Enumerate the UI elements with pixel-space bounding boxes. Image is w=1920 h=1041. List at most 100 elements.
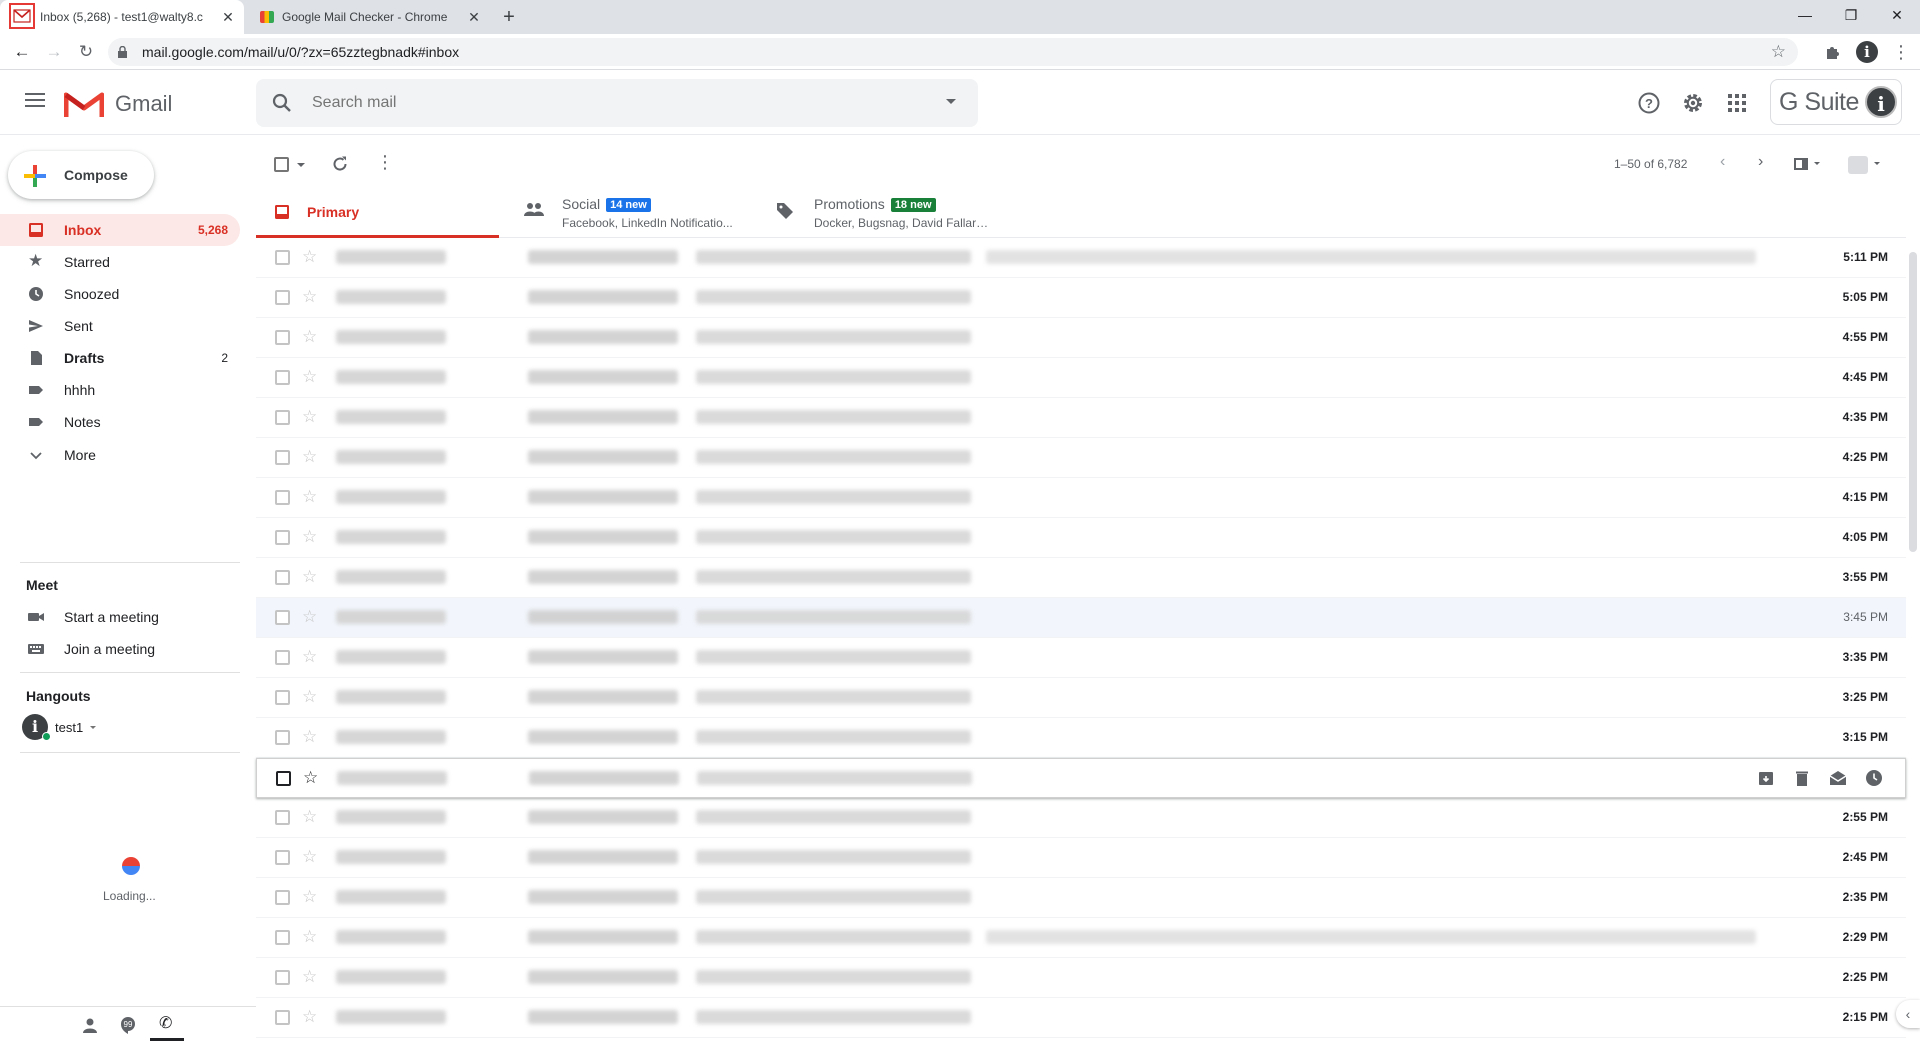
hangouts-user[interactable]: i test1 xyxy=(22,714,222,741)
row-checkbox[interactable] xyxy=(276,771,291,786)
row-checkbox[interactable] xyxy=(275,810,290,825)
email-row[interactable]: ☆ 2:15 PM xyxy=(256,998,1906,1038)
back-icon[interactable]: ← xyxy=(12,42,32,62)
forward-icon[interactable]: → xyxy=(44,42,64,62)
star-toggle-icon[interactable]: ☆ xyxy=(302,807,317,827)
newer-page-icon[interactable]: ‹ xyxy=(1720,153,1725,171)
apps-grid-icon[interactable] xyxy=(1725,91,1749,115)
row-checkbox[interactable] xyxy=(275,650,290,665)
sidebar-item-inbox[interactable]: Inbox 5,268 xyxy=(0,214,240,246)
select-all-checkbox[interactable] xyxy=(274,157,289,172)
search-box[interactable] xyxy=(256,79,978,127)
row-checkbox[interactable] xyxy=(275,570,290,585)
settings-gear-icon[interactable] xyxy=(1681,91,1705,115)
email-row[interactable]: ☆ 3:55 PM xyxy=(256,558,1906,598)
email-row[interactable]: ☆ 3:25 PM xyxy=(256,678,1906,718)
restore-icon[interactable]: ❐ xyxy=(1828,0,1874,30)
row-checkbox[interactable] xyxy=(275,530,290,545)
browser-tab-gmail[interactable]: Inbox (5,268) - test1@walty8.c ✕ xyxy=(0,0,244,34)
star-toggle-icon[interactable]: ☆ xyxy=(302,367,317,387)
email-row[interactable]: ☆ 2:35 PM xyxy=(256,878,1906,918)
extensions-puzzle-icon[interactable] xyxy=(1822,41,1844,63)
row-checkbox[interactable] xyxy=(275,930,290,945)
star-toggle-icon[interactable]: ☆ xyxy=(302,647,317,667)
select-options-caret-icon[interactable] xyxy=(297,163,305,167)
split-pane-toggle-icon[interactable] xyxy=(1794,158,1808,170)
tab-primary[interactable]: Primary xyxy=(256,186,499,238)
close-tab-icon[interactable]: ✕ xyxy=(466,9,482,25)
row-checkbox[interactable] xyxy=(275,690,290,705)
row-checkbox[interactable] xyxy=(275,610,290,625)
email-row[interactable]: ☆ xyxy=(256,758,1906,798)
start-meeting-item[interactable]: Start a meeting xyxy=(0,601,240,633)
row-checkbox[interactable] xyxy=(275,250,290,265)
compose-button[interactable]: Compose xyxy=(8,151,154,199)
email-row[interactable]: ☆ 2:55 PM xyxy=(256,798,1906,838)
tab-promotions[interactable]: Promotions 18 new Docker, Bugsnag, David … xyxy=(758,186,998,238)
email-row[interactable]: ☆ 4:55 PM xyxy=(256,318,1906,358)
search-input[interactable] xyxy=(312,91,912,115)
star-toggle-icon[interactable]: ☆ xyxy=(302,487,317,507)
close-window-icon[interactable]: ✕ xyxy=(1874,0,1920,30)
archive-icon[interactable] xyxy=(1757,769,1777,789)
reload-icon[interactable]: ↻ xyxy=(76,42,96,62)
sidebar-item-drafts[interactable]: Drafts 2 xyxy=(0,342,240,374)
email-row[interactable]: ☆ 2:29 PM xyxy=(256,918,1906,958)
row-checkbox[interactable] xyxy=(275,410,290,425)
snooze-clock-icon[interactable] xyxy=(1865,769,1885,789)
chrome-menu-icon[interactable]: ⋮ xyxy=(1890,41,1912,63)
row-checkbox[interactable] xyxy=(275,730,290,745)
delete-trash-icon[interactable] xyxy=(1793,769,1813,789)
sidebar-item-snoozed[interactable]: Snoozed xyxy=(0,278,240,310)
sidebar-item-hhhh[interactable]: hhhh xyxy=(0,374,240,406)
star-toggle-icon[interactable]: ☆ xyxy=(302,727,317,747)
email-row[interactable]: ☆ 4:05 PM xyxy=(256,518,1906,558)
star-toggle-icon[interactable]: ☆ xyxy=(302,887,317,907)
star-toggle-icon[interactable]: ☆ xyxy=(302,967,317,987)
star-toggle-icon[interactable]: ☆ xyxy=(302,607,317,627)
email-row[interactable]: ☆ 2:45 PM xyxy=(256,838,1906,878)
star-toggle-icon[interactable]: ☆ xyxy=(302,407,317,427)
star-toggle-icon[interactable]: ☆ xyxy=(302,1007,317,1027)
phone-call-tab[interactable]: ✆ xyxy=(150,1007,184,1041)
email-row[interactable]: ☆ 5:11 PM xyxy=(256,238,1906,278)
hangouts-chat-icon[interactable]: 99 xyxy=(120,1016,136,1034)
star-toggle-icon[interactable]: ☆ xyxy=(302,327,317,347)
row-checkbox[interactable] xyxy=(275,490,290,505)
row-checkbox[interactable] xyxy=(275,970,290,985)
new-tab-icon[interactable]: + xyxy=(498,6,520,28)
row-checkbox[interactable] xyxy=(275,330,290,345)
email-row[interactable]: ☆ 3:15 PM xyxy=(256,718,1906,758)
help-icon[interactable]: ? xyxy=(1637,91,1661,115)
bookmark-star-icon[interactable]: ☆ xyxy=(1771,42,1786,62)
row-checkbox[interactable] xyxy=(275,450,290,465)
email-row[interactable]: ☆ 3:45 PM xyxy=(256,598,1906,638)
browser-tab-mail-checker[interactable]: Google Mail Checker - Chrome ✕ xyxy=(250,0,490,34)
star-toggle-icon[interactable]: ☆ xyxy=(302,247,317,267)
search-icon[interactable] xyxy=(272,93,292,113)
refresh-icon[interactable] xyxy=(331,155,349,173)
contacts-person-icon[interactable] xyxy=(82,1017,98,1033)
email-row[interactable]: ☆ 4:15 PM xyxy=(256,478,1906,518)
profile-avatar[interactable]: i xyxy=(1856,41,1878,63)
sidebar-item-starred[interactable]: ★ Starred xyxy=(0,246,240,278)
star-toggle-icon[interactable]: ☆ xyxy=(302,927,317,947)
more-actions-icon[interactable]: ⋮ xyxy=(376,152,394,173)
email-row[interactable]: ☆ 4:35 PM xyxy=(256,398,1906,438)
side-panel-expand-icon[interactable]: ‹ xyxy=(1896,1000,1920,1028)
sidebar-item-more[interactable]: More xyxy=(0,439,240,471)
main-menu-icon[interactable] xyxy=(25,93,45,107)
email-row[interactable]: ☆ 2:25 PM xyxy=(256,958,1906,998)
close-tab-icon[interactable]: ✕ xyxy=(220,9,236,25)
star-toggle-icon[interactable]: ☆ xyxy=(302,567,317,587)
gsuite-account-button[interactable]: G Suite i xyxy=(1770,79,1902,125)
address-bar[interactable]: mail.google.com/mail/u/0/?zx=65zztegbnad… xyxy=(108,38,1798,66)
star-toggle-icon[interactable]: ☆ xyxy=(302,447,317,467)
search-options-icon[interactable] xyxy=(946,99,956,104)
email-row[interactable]: ☆ 4:45 PM xyxy=(256,358,1906,398)
star-toggle-icon[interactable]: ☆ xyxy=(303,768,318,788)
star-toggle-icon[interactable]: ☆ xyxy=(302,527,317,547)
row-checkbox[interactable] xyxy=(275,290,290,305)
minimize-icon[interactable]: — xyxy=(1782,0,1828,30)
row-checkbox[interactable] xyxy=(275,1010,290,1025)
